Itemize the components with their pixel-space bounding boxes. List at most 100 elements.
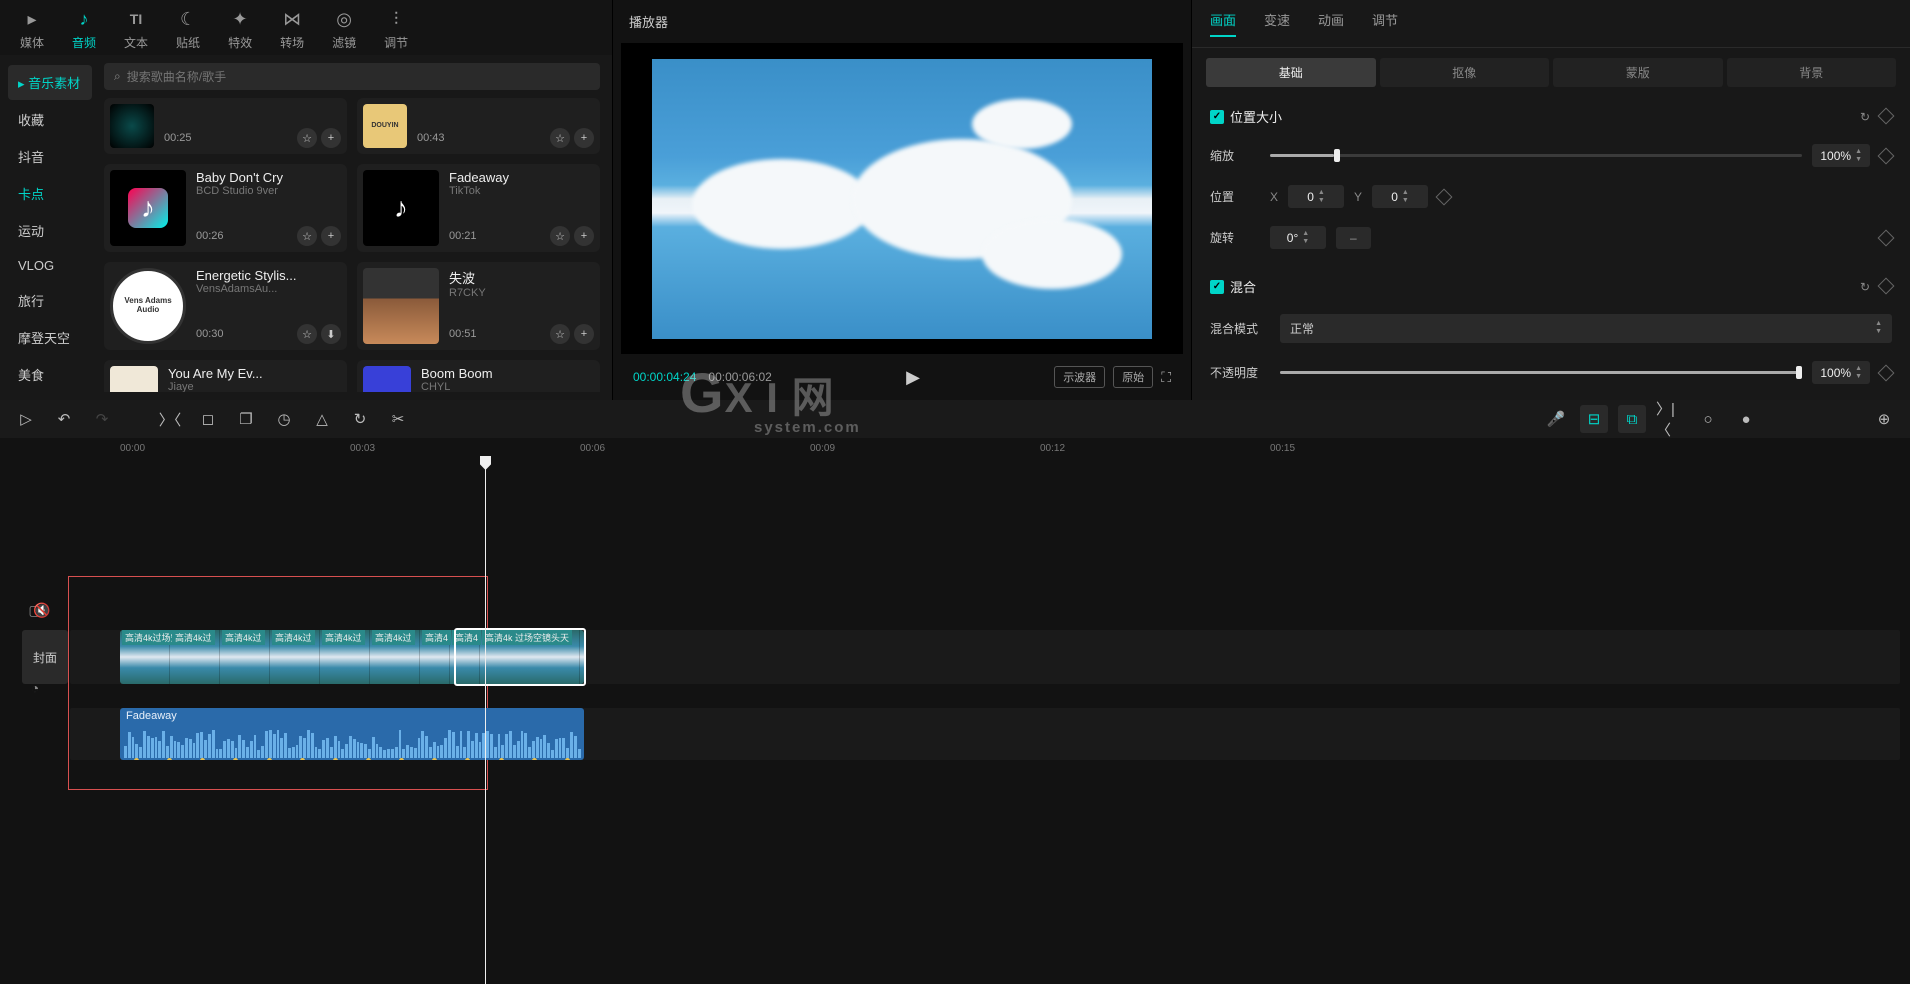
favorite-button[interactable]: ☆	[297, 128, 317, 148]
reset-icon[interactable]: ↻	[1860, 110, 1870, 124]
speed-tool[interactable]: ◷	[270, 405, 298, 433]
position-size-toggle[interactable]: ✓位置大小	[1210, 107, 1282, 126]
sidebar-item-modern[interactable]: 摩登天空	[8, 320, 92, 355]
opacity-value[interactable]: 100%▲▼	[1812, 361, 1870, 384]
split-tool[interactable]: 〉〈	[156, 405, 184, 433]
scale-value[interactable]: 100%▲▼	[1812, 144, 1870, 167]
add-button[interactable]: +	[574, 128, 594, 148]
media-card[interactable]: ♪ Baby Don't CryBCD Studio 9ver00:26☆+	[104, 164, 347, 252]
add-button[interactable]: +	[574, 226, 594, 246]
select-tool[interactable]: ▷	[12, 405, 40, 433]
favorite-button[interactable]: ☆	[297, 324, 317, 344]
video-clip-selection[interactable]	[454, 628, 586, 686]
mirror-tool[interactable]: △	[308, 405, 336, 433]
align-button[interactable]: 〉|〈	[1656, 405, 1684, 433]
audio-track[interactable]: Fadeaway	[70, 708, 1900, 760]
playhead[interactable]	[485, 458, 486, 984]
keyframe-icon[interactable]	[1878, 107, 1895, 124]
rotation-value[interactable]: 0°▲▼	[1270, 226, 1326, 249]
add-button[interactable]: +	[321, 128, 341, 148]
add-button[interactable]: +	[321, 226, 341, 246]
sidebar-item-favorite[interactable]: 收藏	[8, 102, 92, 137]
prop-tab-animation[interactable]: 动画	[1318, 10, 1344, 37]
tab-media[interactable]: ▸媒体	[20, 8, 44, 51]
add-button[interactable]: +	[574, 324, 594, 344]
favorite-button[interactable]: ☆	[550, 128, 570, 148]
search-input[interactable]	[127, 70, 590, 84]
undo-button[interactable]: ↶	[50, 405, 78, 433]
sidebar-item-sport[interactable]: 运动	[8, 213, 92, 248]
media-card[interactable]: DOUYIN 00:43☆+	[357, 98, 600, 154]
video-track[interactable]: 封面 高清4k过场空 高清4k过 高清4k过 高清4k过 高清4k过 高清4k过…	[70, 630, 1900, 684]
original-button[interactable]: 原始	[1113, 366, 1153, 388]
blend-toggle[interactable]: ✓混合	[1210, 277, 1256, 296]
tab-text[interactable]: TI文本	[124, 8, 148, 51]
sub-tab-cutout[interactable]: 抠像	[1380, 58, 1550, 87]
media-card[interactable]: 失波R7CKY00:51☆+	[357, 262, 600, 350]
sub-tab-basic[interactable]: 基础	[1206, 58, 1376, 87]
media-card[interactable]: 00:25☆+	[104, 98, 347, 154]
reset-icon[interactable]: ↻	[1860, 280, 1870, 294]
checkbox-icon: ✓	[1210, 280, 1224, 294]
cover-button[interactable]: 封面	[22, 630, 68, 684]
timeline-tracks[interactable]: ▢ 🔇 ◔ 封面 高清4k过场空 高清4k过 高清4k过 高清4k过 高清4k过…	[0, 458, 1910, 984]
media-card[interactable]: Boom BoomCHYL	[357, 360, 600, 392]
keyframe-icon[interactable]	[1436, 188, 1453, 205]
prop-tab-speed[interactable]: 变速	[1264, 10, 1290, 37]
zoom-fit-button[interactable]: ⊕	[1870, 405, 1898, 433]
magnet-button[interactable]: ⊟	[1580, 405, 1608, 433]
audio-clip[interactable]: Fadeaway	[120, 708, 584, 760]
crop2-tool[interactable]: ✂	[384, 405, 412, 433]
ruler-tick: 00:09	[810, 443, 835, 454]
prop-tab-adjust[interactable]: 调节	[1372, 10, 1398, 37]
sidebar-item-kadian[interactable]: 卡点	[8, 176, 92, 211]
tab-filter[interactable]: ◎滤镜	[332, 8, 356, 51]
video-preview[interactable]	[621, 43, 1183, 354]
zoom-slider[interactable]: ●	[1732, 405, 1760, 433]
keyframe-icon[interactable]	[1878, 364, 1895, 381]
favorite-button[interactable]: ☆	[550, 324, 570, 344]
fullscreen-button[interactable]: ⛶	[1161, 369, 1171, 386]
media-card[interactable]: ♪ FadeawayTikTok00:21☆+	[357, 164, 600, 252]
sub-tab-mask[interactable]: 蒙版	[1553, 58, 1723, 87]
favorite-button[interactable]: ☆	[297, 226, 317, 246]
rotate-tool[interactable]: ↻	[346, 405, 374, 433]
tab-sticker[interactable]: ☾贴纸	[176, 8, 200, 51]
sub-tab-background[interactable]: 背景	[1727, 58, 1897, 87]
tab-audio[interactable]: ♪音频	[72, 8, 96, 51]
redo-button[interactable]: ↷	[88, 405, 116, 433]
x-value[interactable]: 0▲▼	[1288, 185, 1344, 208]
copy-tool[interactable]: ❐	[232, 405, 260, 433]
media-card[interactable]: You Are My Ev...Jiaye	[104, 360, 347, 392]
sidebar-item-travel[interactable]: 旅行	[8, 283, 92, 318]
sidebar-item-music[interactable]: ▸ 音乐素材	[8, 65, 92, 100]
crop-tool[interactable]: ◻	[194, 405, 222, 433]
keyframe-icon[interactable]	[1878, 147, 1895, 164]
play-button[interactable]: ▶	[906, 367, 920, 388]
rotation-extra[interactable]: –	[1336, 227, 1371, 249]
zoom-out-button[interactable]: ○	[1694, 405, 1722, 433]
sidebar-item-food[interactable]: 美食	[8, 357, 92, 392]
favorite-button[interactable]: ☆	[550, 226, 570, 246]
timeline-ruler[interactable]: 00:00 00:03 00:06 00:09 00:12 00:15	[0, 438, 1910, 458]
opacity-slider[interactable]	[1280, 371, 1802, 374]
y-value[interactable]: 0▲▼	[1372, 185, 1428, 208]
scope-button[interactable]: 示波器	[1054, 366, 1105, 388]
media-card[interactable]: Vens Adams Audio Energetic Stylis...Vens…	[104, 262, 347, 350]
checkbox-icon: ✓	[1210, 110, 1224, 124]
keyframe-icon[interactable]	[1878, 229, 1895, 246]
tab-adjust[interactable]: ⫶调节	[384, 8, 408, 51]
tab-transition[interactable]: ⋈转场	[280, 8, 304, 51]
blend-mode-select[interactable]: 正常▲▼	[1280, 314, 1892, 343]
sidebar-item-vlog[interactable]: VLOG	[8, 250, 92, 281]
download-button[interactable]: ⬇	[321, 324, 341, 344]
mic-button[interactable]: 🎤	[1542, 405, 1570, 433]
track-mute-icon[interactable]: 🔇	[30, 598, 54, 622]
sidebar-item-douyin[interactable]: 抖音	[8, 139, 92, 174]
prop-tab-picture[interactable]: 画面	[1210, 10, 1236, 37]
search-input-wrapper[interactable]: ⌕	[104, 63, 600, 90]
tab-effects[interactable]: ✦特效	[228, 8, 252, 51]
scale-slider[interactable]	[1270, 154, 1802, 157]
keyframe-icon[interactable]	[1878, 277, 1895, 294]
link-button[interactable]: ⧉	[1618, 405, 1646, 433]
